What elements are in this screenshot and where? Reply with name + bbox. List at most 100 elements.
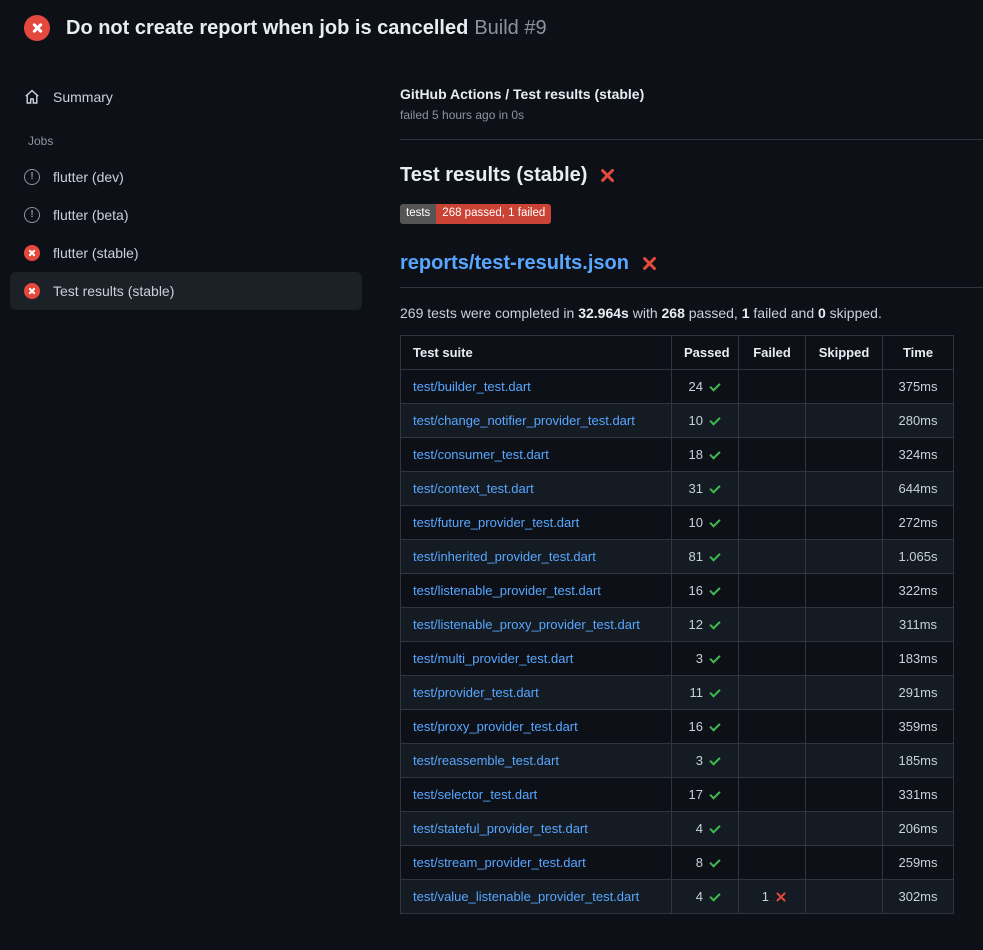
suite-cell: test/context_test.dart [401,471,672,505]
table-row: test/proxy_provider_test.dart 16 359ms [401,709,954,743]
suite-cell: test/listenable_proxy_provider_test.dart [401,607,672,641]
suite-link[interactable]: test/context_test.dart [413,481,534,496]
failed-cell [739,777,806,811]
skipped-cell [806,743,883,777]
time-cell: 331ms [883,777,954,811]
time-cell: 322ms [883,573,954,607]
test-results-table: Test suitePassedFailedSkippedTime test/b… [400,335,954,914]
check-icon [709,618,720,629]
page-title: Do not create report when job is cancell… [66,17,547,40]
suite-link[interactable]: test/stateful_provider_test.dart [413,821,588,836]
time-cell: 272ms [883,505,954,539]
passed-cell: 3 [672,641,739,675]
suite-cell: test/provider_test.dart [401,675,672,709]
suite-link[interactable]: test/multi_provider_test.dart [413,651,573,666]
suite-link[interactable]: test/reassemble_test.dart [413,753,559,768]
passed-cell: 16 [672,573,739,607]
page-header: Do not create report when job is cancell… [0,0,983,56]
suite-cell: test/inherited_provider_test.dart [401,539,672,573]
badge-value: 268 passed, 1 failed [436,204,551,224]
skipped-cell [806,573,883,607]
check-icon [709,686,720,697]
suite-link[interactable]: test/inherited_provider_test.dart [413,549,596,564]
check-icon [709,414,720,425]
suite-link[interactable]: test/stream_provider_test.dart [413,855,586,870]
skipped-cell [806,471,883,505]
check-icon [709,754,720,765]
table-row: test/listenable_provider_test.dart 16 322m… [401,573,954,607]
failed-cell [739,403,806,437]
failed-cell [739,811,806,845]
failed-status-icon [24,15,50,41]
passed-cell: 17 [672,777,739,811]
failed-cell [739,505,806,539]
suite-cell: test/proxy_provider_test.dart [401,709,672,743]
time-cell: 1.065s [883,539,954,573]
suite-link[interactable]: test/value_listenable_provider_test.dart [413,889,639,904]
sidebar-item-flutter-stable[interactable]: flutter (stable) [10,234,362,272]
time-cell: 259ms [883,845,954,879]
skipped-cell [806,879,883,913]
check-icon [709,788,720,799]
suite-cell: test/stateful_provider_test.dart [401,811,672,845]
suite-link[interactable]: test/consumer_test.dart [413,447,549,462]
failed-cell [739,369,806,403]
report-link[interactable]: reports/test-results.json [400,252,629,275]
sidebar-item-flutter-beta[interactable]: !flutter (beta) [10,196,362,234]
x-icon [775,891,787,903]
sidebar: Summary Jobs !flutter (dev)!flutter (bet… [0,56,376,310]
suite-link[interactable]: test/change_notifier_provider_test.dart [413,413,635,428]
passed-cell: 10 [672,505,739,539]
check-icon [709,584,720,595]
skipped-cell [806,607,883,641]
passed-cell: 16 [672,709,739,743]
main-content: GitHub Actions / Test results (stable) f… [376,56,983,914]
suite-link[interactable]: test/provider_test.dart [413,685,539,700]
skipped-cell [806,675,883,709]
failed-cell [739,743,806,777]
suite-cell: test/listenable_provider_test.dart [401,573,672,607]
passed-cell: 10 [672,403,739,437]
time-cell: 291ms [883,675,954,709]
neutral-icon: ! [24,169,40,185]
col-header-failed: Failed [739,335,806,369]
sidebar-item-flutter-dev[interactable]: ! flutter (dev) [10,158,362,196]
failed-cell: 1 [739,879,806,913]
passed-cell: 24 [672,369,739,403]
neutral-icon: ! [24,207,40,223]
suite-cell: test/value_listenable_provider_test.dart [401,879,672,913]
table-row: test/context_test.dart31644ms [401,471,954,505]
passed-cell: 11 [672,675,739,709]
passed-cell: 3 [672,743,739,777]
job-label: flutter (stable) [53,245,139,261]
time-cell: 359ms [883,709,954,743]
check-icon [709,550,720,561]
table-row: test/change_notifier_provider_test.dart 1… [401,403,954,437]
table-row: test/reassemble_test.dart3185ms [401,743,954,777]
suite-link[interactable]: test/listenable_proxy_provider_test.dart [413,617,640,632]
badge-label: tests [400,204,436,224]
col-header-passed: Passed [672,335,739,369]
build-title: Do not create report when job is cancell… [66,17,468,39]
divider [400,139,983,140]
suite-link[interactable]: test/proxy_provider_test.dart [413,719,578,734]
skipped-cell [806,505,883,539]
time-cell: 375ms [883,369,954,403]
time-cell: 302ms [883,879,954,913]
failed-cell [739,845,806,879]
suite-link[interactable]: test/builder_test.dart [413,379,531,394]
check-icon [709,720,720,731]
sidebar-item-test-results-stable[interactable]: Test results (stable) [10,272,362,310]
table-row: test/builder_test.dart 24 375ms [401,369,954,403]
job-label: flutter (dev) [53,169,124,185]
passed-cell: 81 [672,539,739,573]
time-cell: 280ms [883,403,954,437]
suite-link[interactable]: test/future_provider_test.dart [413,515,579,530]
section-title: Test results (stable) [400,164,587,187]
failed-icon [24,283,40,299]
suite-link[interactable]: test/listenable_provider_test.dart [413,583,601,598]
table-body: test/builder_test.dart24375mstest/change… [401,369,954,913]
sidebar-item-summary[interactable]: Summary [10,78,362,116]
suite-link[interactable]: test/selector_test.dart [413,787,537,802]
home-icon [24,89,40,105]
